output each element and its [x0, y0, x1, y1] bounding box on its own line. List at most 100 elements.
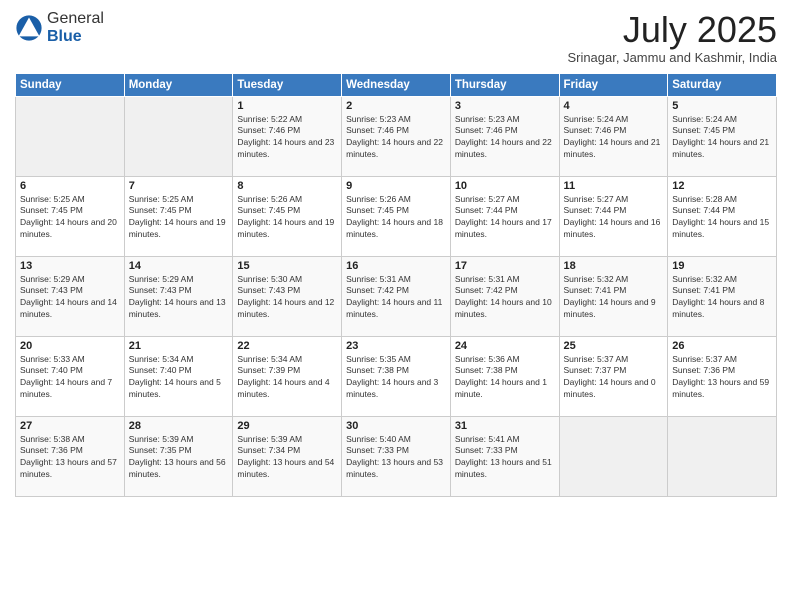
- day-info: Sunrise: 5:27 AM Sunset: 7:44 PM Dayligh…: [455, 194, 555, 242]
- calendar-cell: 3Sunrise: 5:23 AM Sunset: 7:46 PM Daylig…: [450, 96, 559, 176]
- day-number: 7: [129, 180, 229, 192]
- day-info: Sunrise: 5:29 AM Sunset: 7:43 PM Dayligh…: [129, 274, 229, 322]
- day-info: Sunrise: 5:34 AM Sunset: 7:39 PM Dayligh…: [237, 354, 337, 402]
- day-info: Sunrise: 5:27 AM Sunset: 7:44 PM Dayligh…: [564, 194, 664, 242]
- calendar-cell: 25Sunrise: 5:37 AM Sunset: 7:37 PM Dayli…: [559, 336, 668, 416]
- calendar-cell: 1 Sunrise: 5:22 AM Sunset: 7:46 PM Daylig…: [233, 96, 342, 176]
- day-info: Sunrise: 5:30 AM Sunset: 7:43 PM Dayligh…: [237, 274, 337, 322]
- calendar-cell: 2Sunrise: 5:23 AM Sunset: 7:46 PM Daylig…: [342, 96, 451, 176]
- day-info: Sunrise: 5:24 AM Sunset: 7:46 PM Dayligh…: [564, 114, 664, 162]
- month-title: July 2025: [567, 10, 777, 50]
- day-number: 14: [129, 260, 229, 272]
- day-info: Sunrise: 5:38 AM Sunset: 7:36 PM Dayligh…: [20, 434, 120, 482]
- col-friday: Friday: [559, 73, 668, 96]
- calendar-cell: 23 Sunrise: 5:35 AM Sunset: 7:38 PM Dayli…: [342, 336, 451, 416]
- calendar-cell: 24 Sunrise: 5:36 AM Sunset: 7:38 PM Dayli…: [450, 336, 559, 416]
- day-number: 8: [237, 180, 337, 192]
- calendar-cell: 4 Sunrise: 5:24 AM Sunset: 7:46 PM Daylig…: [559, 96, 668, 176]
- day-info: Sunrise: 5:39 AM Sunset: 7:35 PM Dayligh…: [129, 434, 229, 482]
- day-info: Sunrise: 5:25 AM Sunset: 7:45 PM Dayligh…: [129, 194, 229, 242]
- day-number: 20: [20, 340, 120, 352]
- calendar-cell: 9 Sunrise: 5:26 AM Sunset: 7:45 PM Daylig…: [342, 176, 451, 256]
- calendar-cell: 17Sunrise: 5:31 AM Sunset: 7:42 PM Dayli…: [450, 256, 559, 336]
- calendar-cell: 13 Sunrise: 5:29 AM Sunset: 7:43 PM Dayli…: [16, 256, 125, 336]
- day-number: 15: [237, 260, 337, 272]
- header-row: Sunday Monday Tuesday Wednesday Thursday…: [16, 73, 777, 96]
- header: General Blue July 2025 Srinagar, Jammu a…: [15, 10, 777, 65]
- calendar-cell: 28 Sunrise: 5:39 AM Sunset: 7:35 PM Dayli…: [124, 416, 233, 496]
- day-number: 24: [455, 340, 555, 352]
- calendar-cell: 30 Sunrise: 5:40 AM Sunset: 7:33 PM Dayli…: [342, 416, 451, 496]
- calendar-cell: 27 Sunrise: 5:38 AM Sunset: 7:36 PM Dayli…: [16, 416, 125, 496]
- day-info: Sunrise: 5:37 AM Sunset: 7:36 PM Dayligh…: [672, 354, 772, 402]
- day-info: Sunrise: 5:26 AM Sunset: 7:45 PM Dayligh…: [237, 194, 337, 242]
- day-number: 19: [672, 260, 772, 272]
- calendar-body: 1 Sunrise: 5:22 AM Sunset: 7:46 PM Daylig…: [16, 96, 777, 496]
- day-info: Sunrise: 5:40 AM Sunset: 7:33 PM Dayligh…: [346, 434, 446, 482]
- calendar-cell: 26Sunrise: 5:37 AM Sunset: 7:36 PM Dayli…: [668, 336, 777, 416]
- day-number: 5: [672, 100, 772, 112]
- day-number: 25: [564, 340, 664, 352]
- day-number: 13: [20, 260, 120, 272]
- logo-blue: Blue: [47, 28, 104, 46]
- calendar-cell: 14 Sunrise: 5:29 AM Sunset: 7:43 PM Dayli…: [124, 256, 233, 336]
- day-info: Sunrise: 5:32 AM Sunset: 7:41 PM Dayligh…: [564, 274, 664, 322]
- calendar-week-3: 13 Sunrise: 5:29 AM Sunset: 7:43 PM Dayli…: [16, 256, 777, 336]
- day-info: Sunrise: 5:28 AM Sunset: 7:44 PM Dayligh…: [672, 194, 772, 242]
- day-number: 28: [129, 420, 229, 432]
- day-info: Sunrise: 5:34 AM Sunset: 7:40 PM Dayligh…: [129, 354, 229, 402]
- col-tuesday: Tuesday: [233, 73, 342, 96]
- location-subtitle: Srinagar, Jammu and Kashmir, India: [567, 50, 777, 65]
- day-number: 4: [564, 100, 664, 112]
- day-info: Sunrise: 5:31 AM Sunset: 7:42 PM Dayligh…: [455, 274, 555, 322]
- day-number: 18: [564, 260, 664, 272]
- day-info: Sunrise: 5:35 AM Sunset: 7:38 PM Dayligh…: [346, 354, 446, 402]
- day-number: 3: [455, 100, 555, 112]
- day-number: 11: [564, 180, 664, 192]
- day-number: 1: [237, 100, 337, 112]
- day-number: 31: [455, 420, 555, 432]
- calendar-cell: 18 Sunrise: 5:32 AM Sunset: 7:41 PM Dayli…: [559, 256, 668, 336]
- title-block: July 2025 Srinagar, Jammu and Kashmir, I…: [567, 10, 777, 65]
- day-number: 21: [129, 340, 229, 352]
- calendar-cell: 5 Sunrise: 5:24 AM Sunset: 7:45 PM Daylig…: [668, 96, 777, 176]
- calendar-cell: 6Sunrise: 5:25 AM Sunset: 7:45 PM Daylig…: [16, 176, 125, 256]
- day-info: Sunrise: 5:39 AM Sunset: 7:34 PM Dayligh…: [237, 434, 337, 482]
- col-wednesday: Wednesday: [342, 73, 451, 96]
- calendar-cell: 19Sunrise: 5:32 AM Sunset: 7:41 PM Dayli…: [668, 256, 777, 336]
- day-info: Sunrise: 5:23 AM Sunset: 7:46 PM Dayligh…: [346, 114, 446, 162]
- calendar-table: Sunday Monday Tuesday Wednesday Thursday…: [15, 73, 777, 497]
- calendar-cell: [559, 416, 668, 496]
- calendar-week-1: 1 Sunrise: 5:22 AM Sunset: 7:46 PM Daylig…: [16, 96, 777, 176]
- day-number: 10: [455, 180, 555, 192]
- logo: General Blue: [15, 10, 104, 45]
- day-number: 23: [346, 340, 446, 352]
- day-info: Sunrise: 5:33 AM Sunset: 7:40 PM Dayligh…: [20, 354, 120, 402]
- day-number: 12: [672, 180, 772, 192]
- calendar-header: Sunday Monday Tuesday Wednesday Thursday…: [16, 73, 777, 96]
- day-number: 9: [346, 180, 446, 192]
- calendar-cell: 8 Sunrise: 5:26 AM Sunset: 7:45 PM Daylig…: [233, 176, 342, 256]
- day-number: 6: [20, 180, 120, 192]
- day-info: Sunrise: 5:29 AM Sunset: 7:43 PM Dayligh…: [20, 274, 120, 322]
- day-number: 30: [346, 420, 446, 432]
- day-number: 27: [20, 420, 120, 432]
- day-number: 29: [237, 420, 337, 432]
- day-info: Sunrise: 5:24 AM Sunset: 7:45 PM Dayligh…: [672, 114, 772, 162]
- calendar-cell: 20 Sunrise: 5:33 AM Sunset: 7:40 PM Dayli…: [16, 336, 125, 416]
- col-monday: Monday: [124, 73, 233, 96]
- calendar-cell: 7 Sunrise: 5:25 AM Sunset: 7:45 PM Daylig…: [124, 176, 233, 256]
- logo-general: General: [47, 10, 104, 28]
- calendar-week-2: 6 Sunrise: 5:25 AM Sunset: 7:45 PM Daylig…: [16, 176, 777, 256]
- page: General Blue July 2025 Srinagar, Jammu a…: [0, 0, 792, 612]
- day-info: Sunrise: 5:26 AM Sunset: 7:45 PM Dayligh…: [346, 194, 446, 242]
- calendar-cell: 21 Sunrise: 5:34 AM Sunset: 7:40 PM Dayli…: [124, 336, 233, 416]
- calendar-cell: 11 Sunrise: 5:27 AM Sunset: 7:44 PM Dayli…: [559, 176, 668, 256]
- col-saturday: Saturday: [668, 73, 777, 96]
- logo-text: General Blue: [47, 10, 104, 45]
- day-info: Sunrise: 5:22 AM Sunset: 7:46 PM Dayligh…: [237, 114, 337, 162]
- calendar-cell: 12 Sunrise: 5:28 AM Sunset: 7:44 PM Dayli…: [668, 176, 777, 256]
- day-info: Sunrise: 5:36 AM Sunset: 7:38 PM Dayligh…: [455, 354, 555, 402]
- calendar-cell: 29 Sunrise: 5:39 AM Sunset: 7:34 PM Dayli…: [233, 416, 342, 496]
- calendar-week-5: 27 Sunrise: 5:38 AM Sunset: 7:36 PM Dayli…: [16, 416, 777, 496]
